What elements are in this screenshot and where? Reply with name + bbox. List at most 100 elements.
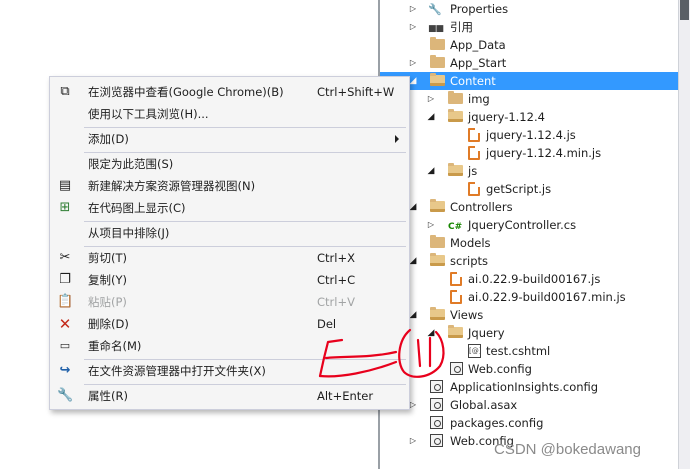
tree-item-label: 引用 bbox=[450, 20, 473, 34]
annotation-arrow-base bbox=[318, 360, 398, 378]
tree-item-properties[interactable]: ▷ 🔧 Properties bbox=[380, 0, 678, 18]
menu-item-cut[interactable]: ✂ 剪切(T) Ctrl+X bbox=[50, 247, 409, 269]
tree-item-getscript-js[interactable]: getScript.js bbox=[380, 180, 678, 198]
menu-item-scope-to-this[interactable]: 限定为此范围(S) bbox=[50, 153, 409, 175]
expanded-arrow-icon[interactable]: ◢ bbox=[425, 162, 437, 180]
tree-item-label: packages.config bbox=[450, 416, 544, 430]
tree-item-label: JqueryController.cs bbox=[468, 218, 577, 232]
annotation-arrow-shaft bbox=[324, 350, 398, 360]
paste-icon: 📋 bbox=[57, 294, 74, 309]
menu-item-label: 重命名(M) bbox=[88, 339, 142, 353]
red-arrow-annotation bbox=[318, 328, 445, 378]
js-file-icon bbox=[468, 146, 484, 160]
menu-item-show-on-code-map[interactable]: ⊞ 在代码图上显示(C) bbox=[50, 197, 409, 219]
js-file-icon bbox=[468, 182, 484, 196]
tree-item-ai-js[interactable]: ai.0.22.9-build00167.js bbox=[380, 270, 678, 288]
js-file-icon bbox=[450, 272, 466, 286]
tree-item-content[interactable]: ◢ Content bbox=[380, 72, 678, 90]
tree-item-jquery-js[interactable]: jquery-1.12.4.js bbox=[380, 126, 678, 144]
csharp-file-icon: C# bbox=[448, 222, 463, 232]
tree-item-label: ai.0.22.9-build00167.min.js bbox=[468, 290, 626, 304]
folder-icon bbox=[430, 55, 446, 70]
annotation-stroke-one bbox=[416, 338, 422, 368]
open-folder-arrow-icon: ↪ bbox=[59, 363, 71, 378]
menu-item-label: 粘贴(P) bbox=[88, 295, 127, 309]
menu-item-label: 从项目中排除(J) bbox=[88, 226, 170, 240]
copy-icon: ❐ bbox=[59, 272, 71, 287]
menu-item-new-solution-explorer-view[interactable]: ▤ 新建解决方案资源管理器视图(N) bbox=[50, 175, 409, 197]
menu-item-label: 限定为此范围(S) bbox=[88, 157, 174, 171]
tree-item-app-data[interactable]: App_Data bbox=[380, 36, 678, 54]
tree-item-js-folder[interactable]: ◢ js bbox=[380, 162, 678, 180]
menu-item-view-in-browser[interactable]: ⧉ 在浏览器中查看(Google Chrome)(B) Ctrl+Shift+W bbox=[50, 81, 409, 103]
tree-item-label: jquery-1.12.4.min.js bbox=[486, 146, 602, 160]
code-map-icon: ⊞ bbox=[59, 200, 71, 215]
collapsed-arrow-icon[interactable]: ▷ bbox=[407, 54, 419, 72]
folder-open-icon bbox=[448, 163, 464, 178]
tree-item-jquerycontroller-cs[interactable]: ▷ C# JqueryController.cs bbox=[380, 216, 678, 234]
delete-x-icon: ✕ bbox=[58, 315, 72, 333]
tree-item-label: jquery-1.12.4.js bbox=[486, 128, 576, 142]
menu-item-shortcut: Ctrl+Shift+W bbox=[317, 85, 395, 99]
folder-icon bbox=[430, 235, 446, 250]
tree-item-label: Models bbox=[450, 236, 491, 250]
references-icon: ■■ bbox=[428, 24, 444, 34]
collapsed-arrow-icon[interactable]: ▷ bbox=[407, 18, 419, 36]
tree-item-models[interactable]: Models bbox=[380, 234, 678, 252]
side-panel-tab[interactable] bbox=[680, 0, 689, 20]
tree-item-img[interactable]: ▷ img bbox=[380, 90, 678, 108]
wrench-icon: 🔧 bbox=[428, 3, 442, 16]
menu-item-label: 添加(D) bbox=[88, 132, 129, 146]
new-view-icon: ▤ bbox=[58, 178, 72, 193]
watermark: CSDN @bokedawang bbox=[494, 441, 641, 458]
menu-item-shortcut: Ctrl+C bbox=[317, 273, 356, 287]
config-file-icon bbox=[430, 416, 446, 430]
menu-item-label: 使用以下工具浏览(H)... bbox=[88, 107, 209, 121]
annotation-circle bbox=[398, 328, 445, 378]
collapsed-arrow-icon[interactable]: ▷ bbox=[407, 0, 419, 18]
menu-item-label: 剪切(T) bbox=[88, 251, 127, 265]
collapsed-arrow-icon[interactable]: ▷ bbox=[425, 90, 437, 108]
tree-item-app-start[interactable]: ▷ App_Start bbox=[380, 54, 678, 72]
tree-item-label: ApplicationInsights.config bbox=[450, 380, 599, 394]
menu-item-label: 在浏览器中查看(Google Chrome)(B) bbox=[88, 85, 284, 99]
tree-item-jquery-min-js[interactable]: jquery-1.12.4.min.js bbox=[380, 144, 678, 162]
menu-item-exclude-from-project[interactable]: 从项目中排除(J) bbox=[50, 222, 409, 244]
menu-item-copy[interactable]: ❐ 复制(Y) Ctrl+C bbox=[50, 269, 409, 291]
razor-file-icon: [@] bbox=[468, 344, 484, 358]
menu-item-label: 属性(R) bbox=[88, 389, 128, 403]
folder-open-icon bbox=[430, 199, 446, 214]
js-file-icon bbox=[468, 128, 484, 142]
menu-item-browse-with[interactable]: 使用以下工具浏览(H)... bbox=[50, 103, 409, 125]
tree-item-label: Properties bbox=[450, 2, 509, 16]
folder-icon bbox=[448, 91, 464, 106]
tree-item-references[interactable]: ▷ ■■ 引用 bbox=[380, 18, 678, 36]
menu-item-label: 删除(D) bbox=[88, 317, 129, 331]
menu-item-label: 新建解决方案资源管理器视图(N) bbox=[88, 179, 256, 193]
tree-item-controllers[interactable]: ◢ Controllers bbox=[380, 198, 678, 216]
config-file-icon bbox=[430, 434, 446, 448]
menu-item-label: 在文件资源管理器中打开文件夹(X) bbox=[88, 364, 266, 378]
expanded-arrow-icon[interactable]: ◢ bbox=[425, 108, 437, 126]
tree-item-label: getScript.js bbox=[486, 182, 552, 196]
wrench-icon: 🔧 bbox=[57, 388, 74, 403]
tree-item-jquery-folder[interactable]: ◢ jquery-1.12.4 bbox=[380, 108, 678, 126]
browser-view-icon: ⧉ bbox=[60, 84, 70, 99]
menu-item-add[interactable]: 添加(D) bbox=[50, 128, 409, 150]
scissors-icon: ✂ bbox=[59, 250, 71, 265]
tree-item-scripts[interactable]: ◢ scripts bbox=[380, 252, 678, 270]
menu-item-label: 在代码图上显示(C) bbox=[88, 201, 186, 215]
tree-item-packages-config[interactable]: packages.config bbox=[380, 414, 678, 432]
folder-open-icon bbox=[430, 73, 446, 88]
tree-item-label: Web.config bbox=[468, 362, 532, 376]
collapsed-arrow-icon[interactable]: ▷ bbox=[425, 216, 437, 234]
tree-item-label: scripts bbox=[450, 254, 489, 268]
collapsed-arrow-icon[interactable]: ▷ bbox=[407, 432, 419, 450]
tree-item-label: App_Data bbox=[450, 38, 506, 52]
tree-item-label: Controllers bbox=[450, 200, 513, 214]
tree-item-label: ai.0.22.9-build00167.js bbox=[468, 272, 601, 286]
tree-item-label: App_Start bbox=[450, 56, 507, 70]
side-panel-strip[interactable] bbox=[678, 0, 690, 469]
folder-icon bbox=[430, 37, 446, 52]
tree-item-label: jquery-1.12.4 bbox=[468, 110, 545, 124]
